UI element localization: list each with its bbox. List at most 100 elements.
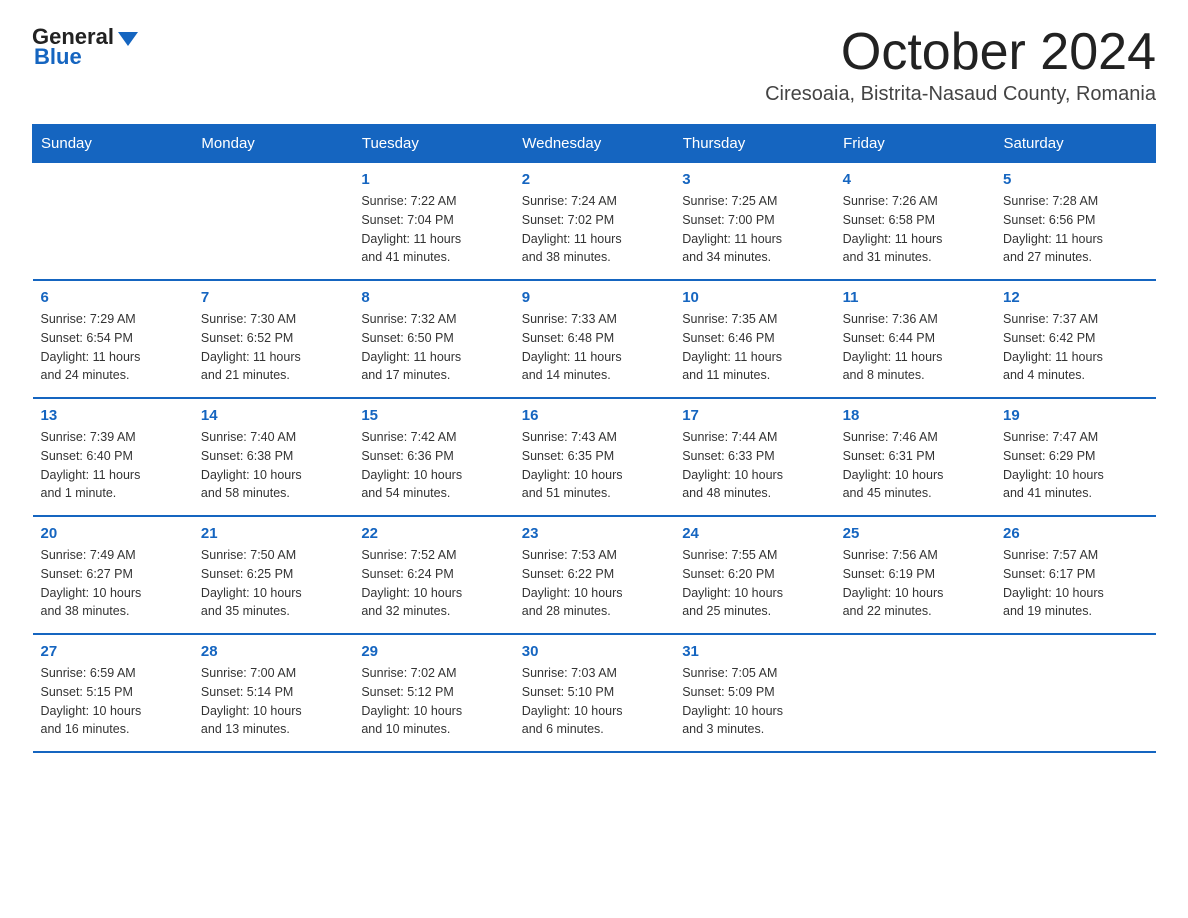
weekday-header-tuesday: Tuesday	[353, 125, 513, 163]
calendar-cell: 10Sunrise: 7:35 AMSunset: 6:46 PMDayligh…	[674, 280, 834, 398]
day-info: Sunrise: 7:50 AMSunset: 6:25 PMDaylight:…	[201, 546, 345, 621]
day-info: Sunrise: 7:00 AMSunset: 5:14 PMDaylight:…	[201, 664, 345, 739]
day-info: Sunrise: 7:40 AMSunset: 6:38 PMDaylight:…	[201, 428, 345, 503]
day-info: Sunrise: 7:43 AMSunset: 6:35 PMDaylight:…	[522, 428, 666, 503]
title-block: October 2024 Ciresoaia, Bistrita-Nasaud …	[765, 24, 1156, 106]
day-number: 22	[361, 525, 505, 542]
day-number: 10	[682, 289, 826, 306]
day-number: 26	[1003, 525, 1147, 542]
calendar-cell: 7 Sunrise: 7:30 AMSunset: 6:52 PMDaylight…	[193, 280, 353, 398]
calendar-cell: 5 Sunrise: 7:28 AMSunset: 6:56 PMDaylight…	[995, 163, 1155, 281]
calendar-cell	[193, 163, 353, 281]
day-info: Sunrise: 7:32 AMSunset: 6:50 PMDaylight:…	[361, 310, 505, 385]
calendar-cell	[995, 634, 1155, 752]
day-number: 28	[201, 643, 345, 660]
day-info: Sunrise: 7:55 AMSunset: 6:20 PMDaylight:…	[682, 546, 826, 621]
day-info: Sunrise: 7:05 AMSunset: 5:09 PMDaylight:…	[682, 664, 826, 739]
calendar-cell: 26 Sunrise: 7:57 AMSunset: 6:17 PMDayligh…	[995, 516, 1155, 634]
day-number: 20	[41, 525, 185, 542]
calendar-cell: 30 Sunrise: 7:03 AMSunset: 5:10 PMDayligh…	[514, 634, 674, 752]
location-text: Ciresoaia, Bistrita-Nasaud County, Roman…	[765, 83, 1156, 106]
day-info: Sunrise: 7:39 AMSunset: 6:40 PMDaylight:…	[41, 428, 185, 503]
logo: General Blue	[32, 24, 138, 70]
day-number: 17	[682, 407, 826, 424]
weekday-header-friday: Friday	[835, 125, 995, 163]
calendar-cell: 15Sunrise: 7:42 AMSunset: 6:36 PMDayligh…	[353, 398, 513, 516]
day-info: Sunrise: 7:25 AMSunset: 7:00 PMDaylight:…	[682, 192, 826, 267]
day-info: Sunrise: 7:28 AMSunset: 6:56 PMDaylight:…	[1003, 192, 1147, 267]
day-number: 4	[843, 171, 987, 188]
calendar-cell: 12 Sunrise: 7:37 AMSunset: 6:42 PMDayligh…	[995, 280, 1155, 398]
calendar-cell: 21 Sunrise: 7:50 AMSunset: 6:25 PMDayligh…	[193, 516, 353, 634]
calendar-cell: 28 Sunrise: 7:00 AMSunset: 5:14 PMDayligh…	[193, 634, 353, 752]
day-info: Sunrise: 7:44 AMSunset: 6:33 PMDaylight:…	[682, 428, 826, 503]
day-number: 11	[843, 289, 987, 306]
day-info: Sunrise: 7:03 AMSunset: 5:10 PMDaylight:…	[522, 664, 666, 739]
day-number: 29	[361, 643, 505, 660]
day-number: 31	[682, 643, 826, 660]
calendar-cell: 24 Sunrise: 7:55 AMSunset: 6:20 PMDayligh…	[674, 516, 834, 634]
logo-arrow-icon	[118, 32, 138, 46]
day-number: 18	[843, 407, 987, 424]
day-info: Sunrise: 7:49 AMSunset: 6:27 PMDaylight:…	[41, 546, 185, 621]
day-number: 30	[522, 643, 666, 660]
day-info: Sunrise: 7:47 AMSunset: 6:29 PMDaylight:…	[1003, 428, 1147, 503]
calendar-week-row: 1Sunrise: 7:22 AMSunset: 7:04 PMDaylight…	[33, 163, 1156, 281]
day-number: 5	[1003, 171, 1147, 188]
calendar-cell: 23 Sunrise: 7:53 AMSunset: 6:22 PMDayligh…	[514, 516, 674, 634]
calendar-cell: 4 Sunrise: 7:26 AMSunset: 6:58 PMDaylight…	[835, 163, 995, 281]
day-number: 23	[522, 525, 666, 542]
day-number: 27	[41, 643, 185, 660]
day-number: 24	[682, 525, 826, 542]
calendar-cell: 31 Sunrise: 7:05 AMSunset: 5:09 PMDayligh…	[674, 634, 834, 752]
calendar-cell: 14Sunrise: 7:40 AMSunset: 6:38 PMDayligh…	[193, 398, 353, 516]
calendar-cell: 29 Sunrise: 7:02 AMSunset: 5:12 PMDayligh…	[353, 634, 513, 752]
calendar-cell: 17 Sunrise: 7:44 AMSunset: 6:33 PMDayligh…	[674, 398, 834, 516]
calendar-header-row: SundayMondayTuesdayWednesdayThursdayFrid…	[33, 125, 1156, 163]
logo-blue-text: Blue	[34, 44, 82, 70]
day-info: Sunrise: 7:46 AMSunset: 6:31 PMDaylight:…	[843, 428, 987, 503]
day-info: Sunrise: 7:02 AMSunset: 5:12 PMDaylight:…	[361, 664, 505, 739]
calendar-week-row: 13Sunrise: 7:39 AMSunset: 6:40 PMDayligh…	[33, 398, 1156, 516]
calendar-cell: 6 Sunrise: 7:29 AMSunset: 6:54 PMDaylight…	[33, 280, 193, 398]
calendar-cell	[835, 634, 995, 752]
day-number: 19	[1003, 407, 1147, 424]
calendar-cell: 20 Sunrise: 7:49 AMSunset: 6:27 PMDayligh…	[33, 516, 193, 634]
calendar-cell: 11 Sunrise: 7:36 AMSunset: 6:44 PMDayligh…	[835, 280, 995, 398]
calendar-cell: 25 Sunrise: 7:56 AMSunset: 6:19 PMDayligh…	[835, 516, 995, 634]
day-info: Sunrise: 7:26 AMSunset: 6:58 PMDaylight:…	[843, 192, 987, 267]
weekday-header-sunday: Sunday	[33, 125, 193, 163]
day-info: Sunrise: 7:29 AMSunset: 6:54 PMDaylight:…	[41, 310, 185, 385]
day-number: 8	[361, 289, 505, 306]
day-info: Sunrise: 7:33 AMSunset: 6:48 PMDaylight:…	[522, 310, 666, 385]
calendar-cell: 13Sunrise: 7:39 AMSunset: 6:40 PMDayligh…	[33, 398, 193, 516]
calendar-cell: 2Sunrise: 7:24 AMSunset: 7:02 PMDaylight…	[514, 163, 674, 281]
month-title: October 2024	[765, 24, 1156, 81]
calendar-cell: 9Sunrise: 7:33 AMSunset: 6:48 PMDaylight…	[514, 280, 674, 398]
day-info: Sunrise: 7:30 AMSunset: 6:52 PMDaylight:…	[201, 310, 345, 385]
day-number: 12	[1003, 289, 1147, 306]
day-info: Sunrise: 7:56 AMSunset: 6:19 PMDaylight:…	[843, 546, 987, 621]
day-number: 25	[843, 525, 987, 542]
day-number: 21	[201, 525, 345, 542]
day-info: Sunrise: 7:37 AMSunset: 6:42 PMDaylight:…	[1003, 310, 1147, 385]
weekday-header-monday: Monday	[193, 125, 353, 163]
day-info: Sunrise: 7:53 AMSunset: 6:22 PMDaylight:…	[522, 546, 666, 621]
weekday-header-wednesday: Wednesday	[514, 125, 674, 163]
calendar-cell: 3Sunrise: 7:25 AMSunset: 7:00 PMDaylight…	[674, 163, 834, 281]
calendar-cell: 1Sunrise: 7:22 AMSunset: 7:04 PMDaylight…	[353, 163, 513, 281]
day-info: Sunrise: 7:36 AMSunset: 6:44 PMDaylight:…	[843, 310, 987, 385]
day-number: 15	[361, 407, 505, 424]
calendar-cell: 8 Sunrise: 7:32 AMSunset: 6:50 PMDaylight…	[353, 280, 513, 398]
day-number: 7	[201, 289, 345, 306]
day-info: Sunrise: 7:52 AMSunset: 6:24 PMDaylight:…	[361, 546, 505, 621]
day-number: 6	[41, 289, 185, 306]
calendar-table: SundayMondayTuesdayWednesdayThursdayFrid…	[32, 124, 1156, 753]
day-number: 16	[522, 407, 666, 424]
day-info: Sunrise: 7:57 AMSunset: 6:17 PMDaylight:…	[1003, 546, 1147, 621]
day-number: 1	[361, 171, 505, 188]
calendar-cell: 18 Sunrise: 7:46 AMSunset: 6:31 PMDayligh…	[835, 398, 995, 516]
calendar-week-row: 20 Sunrise: 7:49 AMSunset: 6:27 PMDayligh…	[33, 516, 1156, 634]
day-info: Sunrise: 7:24 AMSunset: 7:02 PMDaylight:…	[522, 192, 666, 267]
calendar-cell: 22 Sunrise: 7:52 AMSunset: 6:24 PMDayligh…	[353, 516, 513, 634]
